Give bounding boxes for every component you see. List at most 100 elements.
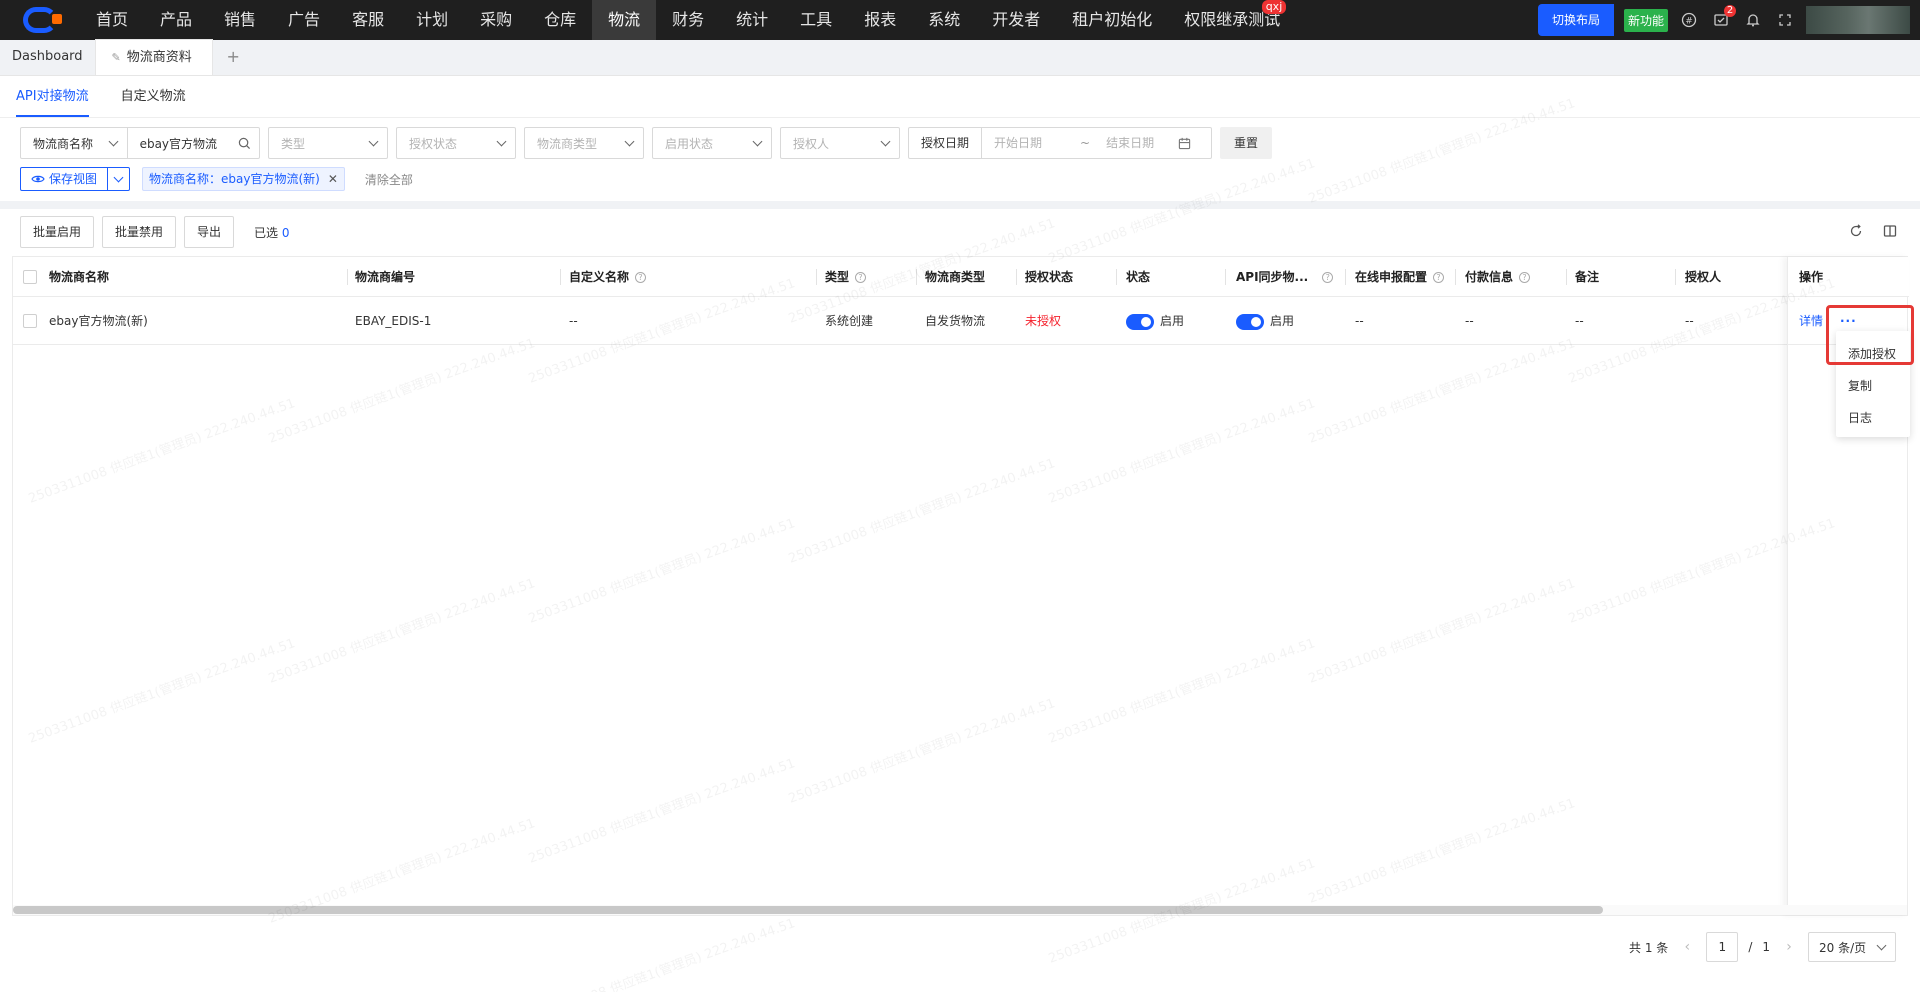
nav-item-13[interactable]: 系统 (912, 0, 976, 40)
nav-item-12[interactable]: 报表 (848, 0, 912, 40)
page-size-select[interactable]: 20 条/页 (1808, 932, 1896, 962)
date-separator: ~ (1080, 136, 1091, 150)
add-tab-button[interactable]: + (213, 39, 254, 75)
nav-item-9[interactable]: 财务 (656, 0, 720, 40)
nav-item-7[interactable]: 仓库 (528, 0, 592, 40)
page-tab-bar: Dashboard ✎ 物流商资料 + (0, 39, 1920, 76)
refresh-icon[interactable] (1848, 223, 1864, 239)
search-icon[interactable] (238, 137, 251, 150)
enable-status-select[interactable]: 启用状态 (652, 127, 772, 159)
end-date-input[interactable]: 结束日期 (1094, 128, 1178, 158)
user-avatar[interactable] (1806, 6, 1910, 34)
page-size-label: 20 条/页 (1819, 940, 1867, 955)
auth-status-select[interactable]: 授权状态 (396, 127, 516, 159)
search-input[interactable]: ebay官方物流 (128, 128, 259, 158)
col-custom-name: 自定义名称? (569, 257, 647, 297)
clear-all-link[interactable]: 清除全部 (365, 171, 413, 188)
nav-item-11[interactable]: 工具 (784, 0, 848, 40)
search-field-label: 物流商名称 (33, 136, 94, 151)
pin-icon[interactable]: ✎ (112, 40, 121, 76)
tab-logistics-provider[interactable]: ✎ 物流商资料 (94, 39, 213, 76)
name-search-group: 物流商名称 ebay官方物流 (20, 127, 260, 159)
nav-item-15[interactable]: 租户初始化 (1056, 0, 1168, 40)
cell-provider-type: 自发货物流 (925, 314, 986, 328)
nav-item-10[interactable]: 统计 (720, 0, 784, 40)
top-nav: 首页 产品 销售 广告 客服 计划 采购 仓库 物流 财务 统计 工具 报表 系统 开发者 租户初始化 权限继承… (0, 0, 1920, 40)
bell-icon[interactable] (1742, 9, 1764, 31)
col-type-label: 类型 (825, 270, 850, 284)
chevron-down-icon (108, 136, 119, 146)
col-payment-info: 付款信息? (1465, 257, 1531, 297)
menu-item-add-authorization[interactable]: 添加授权 (1848, 345, 1896, 362)
col-remark: 备注 (1575, 270, 1600, 284)
filter-tag-label: 物流商名称：ebay官方物流(新) (149, 172, 320, 186)
scrollbar-thumb[interactable] (13, 906, 1603, 914)
save-view-button[interactable]: 保存视图 (21, 168, 107, 190)
menu-item-log[interactable]: 日志 (1848, 409, 1872, 426)
tab-dashboard[interactable]: Dashboard (0, 39, 95, 75)
help-icon[interactable]: # (1678, 9, 1700, 31)
authorizer-select[interactable]: 授权人 (780, 127, 900, 159)
row-checkbox[interactable] (23, 314, 37, 328)
filter-bar: 物流商名称 ebay官方物流 类型 授权状态 物流商类型 启用状态 授权人 授权… (20, 127, 1273, 159)
select-all-checkbox[interactable] (23, 270, 37, 284)
api-sync-toggle[interactable] (1236, 313, 1264, 330)
save-view-label: 保存视图 (49, 172, 98, 186)
save-view-dropdown[interactable] (107, 168, 129, 190)
row-actions-menu: 添加授权 复制 日志 (1836, 331, 1910, 437)
next-page-icon[interactable]: › (1780, 939, 1798, 955)
nav-item-1[interactable]: 产品 (144, 0, 208, 40)
app-logo[interactable] (0, 0, 80, 40)
column-settings-icon[interactable] (1882, 223, 1898, 239)
chevron-down-icon (113, 172, 124, 182)
sub-tabs: API对接物流 自定义物流 (0, 76, 1920, 118)
new-feature-badge[interactable]: 新功能 (1623, 8, 1668, 32)
search-field-select[interactable]: 物流商名称 (21, 128, 127, 158)
logistics-table: 物流商名称 物流商编号 自定义名称? 类型? 物流商类型 授权状态 状态 API… (12, 256, 1909, 916)
nav-item-3[interactable]: 广告 (272, 0, 336, 40)
nav-item-8[interactable]: 物流 (592, 0, 657, 40)
horizontal-scrollbar[interactable] (13, 905, 1907, 915)
batch-disable-button[interactable]: 批量禁用 (102, 216, 177, 248)
eye-icon (31, 175, 45, 183)
svg-text:#: # (1685, 17, 1693, 27)
table-toolbar: 批量启用 批量禁用 导出 已选 0 (20, 216, 290, 248)
export-button[interactable]: 导出 (184, 216, 235, 248)
help-icon[interactable]: ? (635, 272, 647, 283)
nav-item-2[interactable]: 销售 (208, 0, 272, 40)
task-icon[interactable]: 2 (1710, 5, 1736, 31)
prev-page-icon[interactable]: ‹ (1678, 939, 1696, 955)
tab-api-logistics[interactable]: API对接物流 (16, 76, 89, 117)
nav-item-16[interactable]: 权限继承测试 qxj (1168, 0, 1296, 40)
cell-type: 系统创建 (825, 314, 874, 328)
status-toggle[interactable] (1126, 313, 1154, 330)
help-icon[interactable]: ? (1322, 272, 1334, 283)
start-date-input[interactable]: 开始日期 (982, 128, 1076, 158)
fullscreen-icon[interactable] (1774, 9, 1796, 31)
notification-count-badge: 2 (1724, 5, 1736, 17)
close-icon[interactable]: ✕ (328, 168, 338, 190)
tab-custom-logistics[interactable]: 自定义物流 (121, 76, 186, 117)
help-icon[interactable]: ? (1433, 272, 1445, 283)
page-input[interactable]: 1 (1706, 932, 1739, 962)
col-provider-name: 物流商名称 (49, 270, 110, 284)
chevron-down-icon (624, 136, 635, 146)
col-api-sync-label: API同步物... (1236, 270, 1309, 284)
help-icon[interactable]: ? (855, 272, 867, 283)
nav-item-5[interactable]: 计划 (400, 0, 464, 40)
help-icon[interactable]: ? (1519, 272, 1531, 283)
nav-item-14[interactable]: 开发者 (976, 0, 1056, 40)
menu-item-copy[interactable]: 复制 (1848, 377, 1872, 394)
type-select[interactable]: 类型 (268, 127, 388, 159)
nav-item-4[interactable]: 客服 (336, 0, 400, 40)
nav-item-0[interactable]: 首页 (80, 0, 144, 40)
batch-enable-button[interactable]: 批量启用 (20, 216, 95, 248)
provider-type-placeholder: 物流商类型 (537, 136, 598, 151)
calendar-icon[interactable] (1178, 137, 1191, 150)
cell-payment-info: -- (1465, 314, 1474, 328)
search-input-value: ebay官方物流 (139, 136, 218, 151)
provider-type-select[interactable]: 物流商类型 (524, 127, 644, 159)
nav-item-6[interactable]: 采购 (464, 0, 528, 40)
reset-button[interactable]: 重置 (1220, 127, 1273, 159)
switch-layout-button[interactable]: 切换布局 (1537, 4, 1614, 36)
